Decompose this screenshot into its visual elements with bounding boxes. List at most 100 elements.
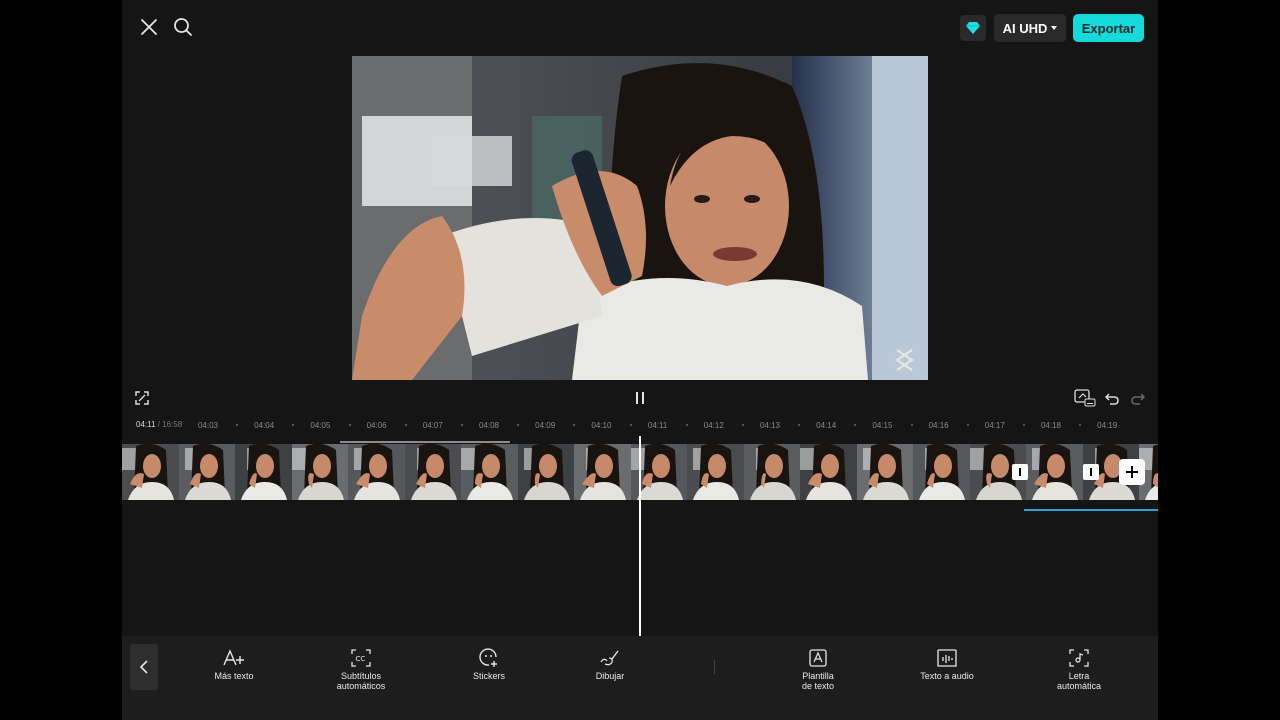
ruler-dot [741, 424, 744, 426]
bottom-toolbar: Más texto CC Subtítulos automáticos Stic… [122, 636, 1158, 720]
tool-subtitulos-automaticos[interactable]: CC Subtítulos automáticos [316, 648, 406, 691]
ruler-tick-label: 04:16 [928, 421, 949, 430]
tool-letra-automatica[interactable]: Letra automática [1034, 648, 1124, 691]
clip-thumbnail [291, 444, 350, 500]
tool-dibujar[interactable]: Dibujar [565, 648, 655, 681]
ruler-dot [1079, 424, 1082, 426]
clip-thumbnail [800, 444, 858, 500]
clip-thumbnail [913, 444, 971, 500]
player-controls [122, 384, 1158, 412]
ruler-tick-label: 04:07 [422, 421, 443, 430]
ruler-dot [517, 424, 520, 426]
ruler-tick-label: 04:08 [478, 421, 500, 430]
ruler-dot [966, 424, 969, 426]
ruler-dot [629, 424, 632, 426]
playhead[interactable] [639, 436, 641, 636]
clip-thumbnail [856, 444, 915, 500]
toolbar-separator [714, 660, 715, 674]
tool-label: Más texto [214, 671, 254, 681]
clip-thumbnail [1026, 444, 1084, 500]
ruler-dot [348, 424, 351, 426]
audio-track-bar[interactable] [1024, 509, 1158, 511]
clip-thumbnail [687, 444, 745, 500]
tool-mas-texto[interactable]: Más texto [189, 648, 279, 681]
plus-icon [1126, 466, 1138, 478]
auto-lyrics-icon [1034, 648, 1124, 668]
clip-thumbnail [235, 444, 293, 500]
chevron-left-icon [139, 660, 148, 674]
add-text-icon [189, 648, 279, 668]
ruler-dot [854, 424, 857, 426]
current-time: 04:11 [136, 420, 156, 429]
auto-captions-icon: CC [316, 648, 406, 668]
tool-label: Letra automática [1056, 671, 1102, 691]
ruler-dot [292, 424, 295, 426]
ruler-tick-label: 04:03 [197, 421, 219, 430]
undo-icon[interactable] [1104, 390, 1120, 406]
ruler-tick-label: 04:06 [366, 421, 387, 430]
svg-text:CC: CC [356, 655, 366, 663]
clip-thumbnail [178, 444, 237, 500]
ruler-tick-label: 04:13 [759, 421, 781, 430]
fullscreen-icon[interactable] [134, 390, 150, 406]
ruler-dot [798, 424, 801, 426]
top-bar: AI UHD Exportar [122, 0, 1158, 56]
video-frame [352, 56, 928, 380]
ruler-tick-label: 04:10 [591, 421, 612, 430]
total-time: 16:58 [162, 420, 183, 429]
tool-stickers[interactable]: Stickers [444, 648, 534, 681]
diamond-icon[interactable] [960, 15, 986, 41]
tool-texto-a-audio[interactable]: Texto a audio [902, 648, 992, 681]
close-icon[interactable] [138, 16, 160, 38]
clip-thumbnail [574, 444, 632, 500]
timecode: 04:11 / 16:58 [136, 420, 182, 429]
ruler-tick-label: 04:09 [535, 421, 556, 430]
text-to-audio-icon [902, 648, 992, 668]
ruler-tick-label: 04:17 [984, 421, 1005, 430]
clip-thumbnail [348, 444, 406, 500]
ruler-tick-label: 04:05 [310, 421, 331, 430]
add-clip-button[interactable] [1119, 459, 1145, 485]
ruler-tick-label: 04:15 [872, 421, 893, 430]
ruler-tick-label: 04:14 [816, 421, 837, 430]
quality-dropdown[interactable]: AI UHD [994, 14, 1066, 42]
tool-plantilla-de-texto[interactable]: Plantilla de texto [773, 648, 863, 691]
ruler-tick-label: 04:11 [647, 421, 668, 430]
ruler-dot [236, 424, 239, 426]
transition-marker[interactable] [1083, 464, 1099, 480]
timeline-ruler[interactable]: 04:11 / 16:58 04:03 04:04 04:05 04:06 04:07 0… [122, 414, 1158, 436]
chevron-down-icon [1051, 26, 1058, 30]
back-button[interactable] [130, 644, 158, 690]
search-icon[interactable] [172, 16, 194, 38]
ruler-dot [1022, 424, 1025, 426]
redo-icon[interactable] [1130, 390, 1146, 406]
clip-thumbnail [122, 444, 180, 500]
ruler-dot [573, 424, 576, 426]
export-button[interactable]: Exportar [1073, 14, 1144, 42]
tool-label: Texto a audio [920, 671, 974, 681]
clip-thumbnail [404, 444, 463, 500]
captions-on-icon[interactable] [1074, 388, 1096, 408]
video-editor-app: AI UHD Exportar 04:11 / 16:58 04:03 04:0… [122, 0, 1158, 720]
clip-thumbnail [517, 444, 576, 500]
clip-thumbnail [461, 444, 519, 500]
ruler-dot [685, 424, 688, 426]
ruler-tick-label: 04:18 [1040, 421, 1062, 430]
ruler-tick-label: 04:19 [1097, 421, 1118, 430]
ruler-tick-label: 04:04 [254, 421, 275, 430]
sticker-icon [444, 648, 534, 668]
video-preview[interactable] [352, 56, 928, 380]
time-separator: / [157, 420, 160, 429]
tool-label: Dibujar [595, 671, 625, 681]
ruler-dot [404, 424, 407, 426]
transition-marker[interactable] [1012, 464, 1028, 480]
tool-label: Plantilla de texto [801, 671, 835, 691]
clip-thumbnail [743, 444, 802, 500]
quality-label: AI UHD [1002, 20, 1048, 36]
selection-range-line [340, 441, 510, 443]
tool-label: Stickers [472, 671, 505, 681]
pause-icon[interactable] [632, 390, 648, 406]
text-template-icon [773, 648, 863, 668]
ruler-dot [460, 424, 463, 426]
ruler-tick-label: 04:12 [703, 421, 724, 430]
